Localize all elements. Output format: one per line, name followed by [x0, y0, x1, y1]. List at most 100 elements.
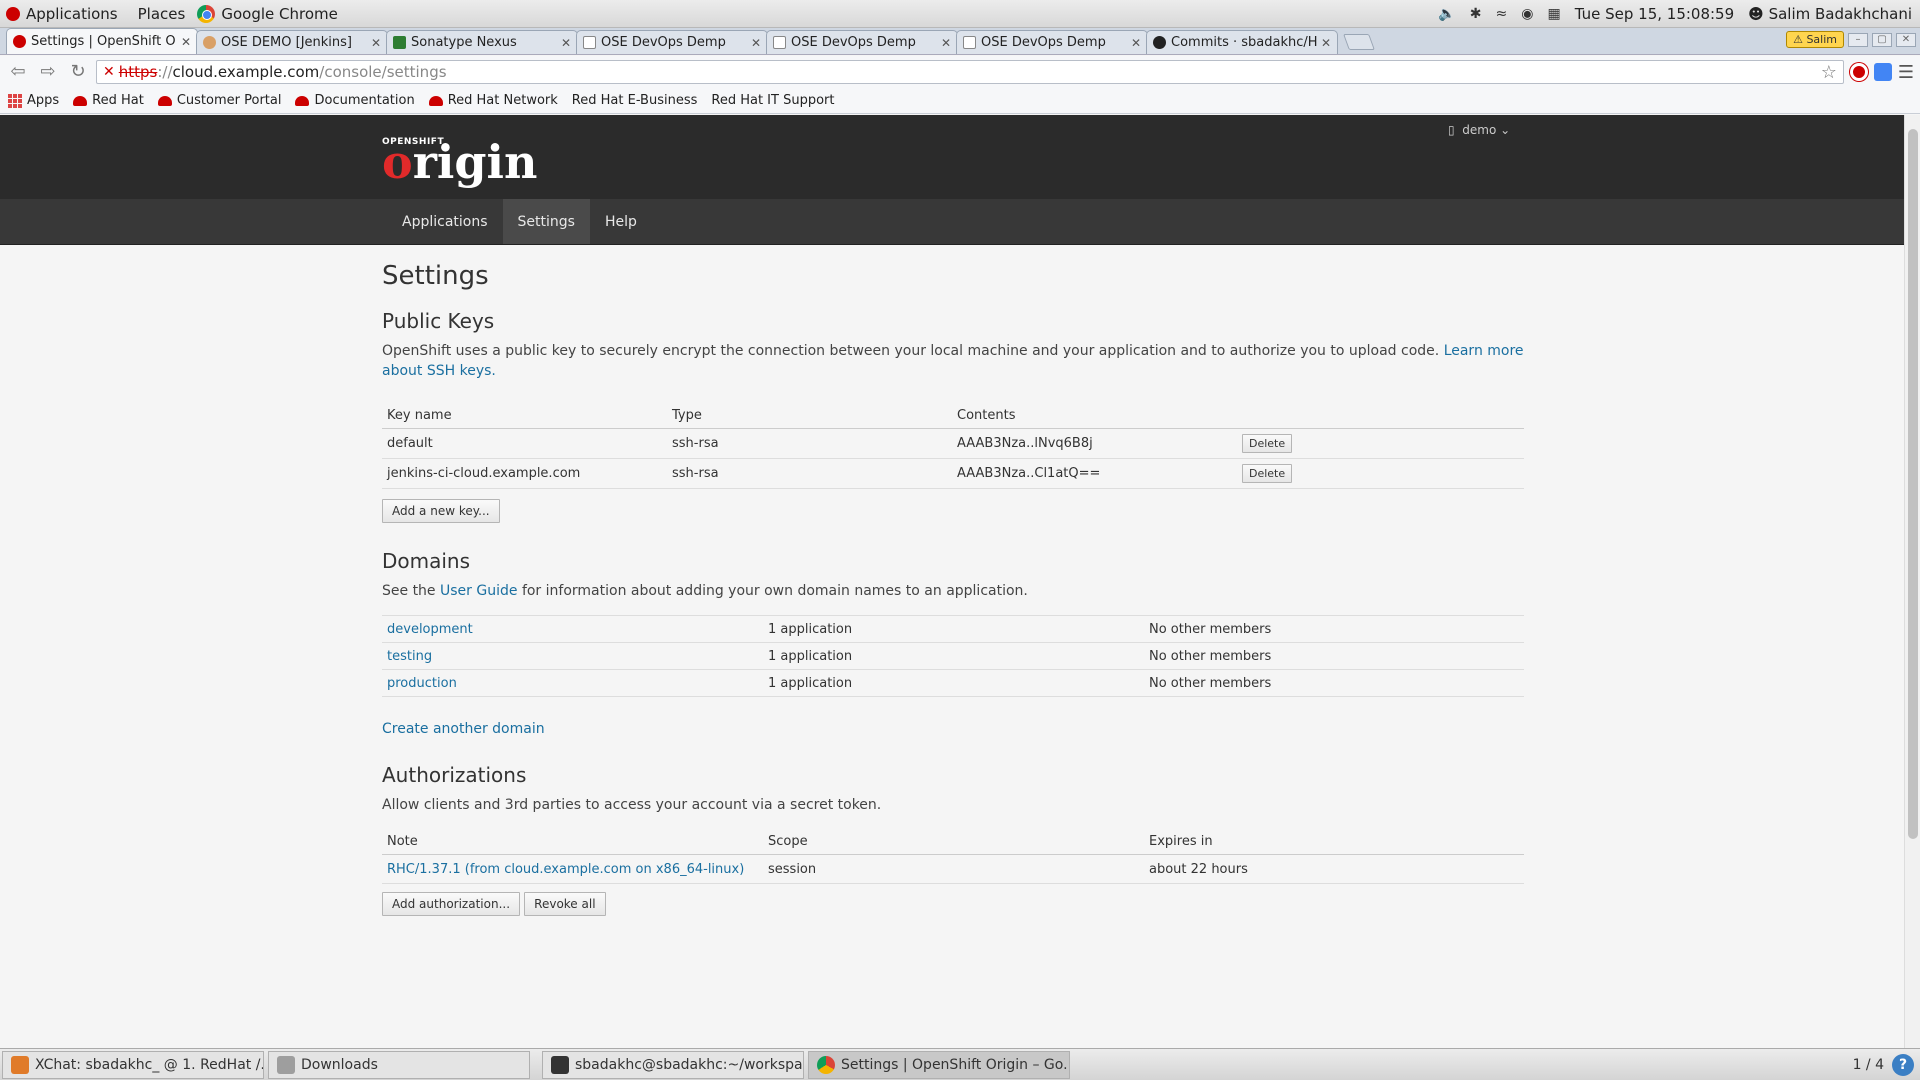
close-tab-icon[interactable]: ✕ — [371, 36, 381, 50]
page-title: Settings — [382, 261, 489, 291]
close-tab-icon[interactable]: ✕ — [1321, 36, 1331, 50]
close-tab-icon[interactable]: ✕ — [1131, 36, 1141, 50]
bookmark-star-icon[interactable]: ☆ — [1821, 62, 1837, 83]
page-favicon-icon — [773, 36, 786, 49]
create-domain-link[interactable]: Create another domain — [382, 721, 1524, 737]
back-arrow-icon[interactable]: ⇦ — [6, 60, 30, 84]
applications-menu[interactable]: Applications — [26, 0, 128, 27]
domain-app-count: 1 application — [763, 669, 1144, 697]
page-scrollbar[interactable] — [1904, 115, 1920, 1048]
browser-tab[interactable]: Commits · sbadakhc/He ✕ — [1146, 30, 1338, 54]
taskbar-item-chrome[interactable]: Settings | OpenShift Origin – Go... — [808, 1050, 1070, 1079]
delete-key-button[interactable]: Delete — [1242, 434, 1293, 453]
browser-tab[interactable]: Sonatype Nexus ✕ — [386, 30, 578, 54]
domain-members: No other members — [1144, 642, 1524, 670]
insecure-lock-icon[interactable]: ✕ — [103, 64, 115, 80]
warning-icon: ⚠ — [1793, 33, 1803, 46]
browser-tab[interactable]: OSE DevOps Demp ✕ — [766, 30, 958, 54]
authorization-expires: about 22 hours — [1144, 854, 1524, 884]
authorizations-section: Authorizations Allow clients and 3rd par… — [382, 763, 1524, 916]
domains-table: development 1 application No other membe… — [382, 615, 1524, 697]
column-header — [1237, 403, 1524, 429]
domain-link[interactable]: production — [387, 676, 457, 691]
notification-icon[interactable]: ◉ — [1521, 6, 1533, 22]
nav-help[interactable]: Help — [590, 199, 652, 244]
apps-grid-icon — [8, 93, 22, 108]
authorization-link[interactable]: RHC/1.37.1 (from cloud.example.com on x8… — [387, 862, 744, 877]
file-manager-icon — [277, 1055, 295, 1074]
nav-applications[interactable]: Applications — [387, 199, 503, 244]
volume-icon[interactable]: 🔈 — [1438, 6, 1455, 22]
domain-link[interactable]: testing — [387, 649, 432, 664]
new-tab-button[interactable] — [1343, 34, 1375, 50]
close-tab-icon[interactable]: ✕ — [181, 35, 191, 49]
public-keys-section: Public Keys OpenShift uses a public key … — [382, 309, 1524, 523]
table-row: jenkins-ci-cloud.example.com ssh-rsa AAA… — [382, 458, 1524, 489]
domain-members: No other members — [1144, 615, 1524, 643]
column-header: Contents — [952, 403, 1237, 429]
key-name: default — [382, 428, 667, 459]
redhat-icon — [428, 95, 443, 106]
user-guide-link[interactable]: User Guide — [440, 583, 517, 599]
close-tab-icon[interactable]: ✕ — [561, 36, 571, 50]
column-header: Type — [667, 403, 952, 429]
places-menu[interactable]: Places — [128, 0, 196, 27]
xchat-icon — [11, 1055, 29, 1074]
revoke-all-button[interactable]: Revoke all — [524, 892, 606, 916]
browser-tab[interactable]: OSE DevOps Demp ✕ — [956, 30, 1148, 54]
translate-extension-icon[interactable] — [1873, 63, 1892, 81]
bookmarks-bar: Apps Red Hat Customer Portal Documentati… — [0, 88, 1920, 216]
delete-key-button[interactable]: Delete — [1242, 464, 1293, 483]
browser-tab[interactable]: OSE DevOps Demp ✕ — [576, 30, 768, 54]
add-authorization-button[interactable]: Add authorization... — [382, 892, 521, 916]
close-tab-icon[interactable]: ✕ — [751, 36, 761, 50]
taskbar-item-downloads[interactable]: Downloads — [268, 1050, 530, 1079]
taskbar-item-terminal[interactable]: sbadakhc@sbadakhc:~/workspa... — [542, 1050, 804, 1079]
authorizations-heading: Authorizations — [382, 763, 527, 787]
authorization-scope: session — [763, 854, 1144, 884]
distro-logo-icon — [6, 6, 20, 21]
reload-icon[interactable]: ↻ — [66, 60, 90, 84]
bookmark-red-hat-e-business[interactable]: Red Hat E-Business — [0, 93, 697, 216]
user-icon: ☻ — [1748, 4, 1764, 23]
public-keys-heading: Public Keys — [382, 309, 495, 333]
taskbar-item-xchat[interactable]: XChat: sbadakhc_ @ 1. RedHat /... — [2, 1050, 264, 1079]
nav-settings[interactable]: Settings — [502, 199, 590, 244]
forward-arrow-icon[interactable]: ⇨ — [36, 60, 60, 84]
bluetooth-icon[interactable]: ✱ — [1470, 6, 1482, 22]
nexus-favicon-icon — [393, 36, 406, 49]
close-tab-icon[interactable]: ✕ — [941, 36, 951, 50]
clock[interactable]: Tue Sep 15, 15:08:59 — [1575, 5, 1734, 23]
openshift-origin-logo[interactable]: OPENSHIFT origin — [382, 137, 537, 185]
table-row: default ssh-rsa AAAB3Nza..lNvq6B8j Delet… — [382, 428, 1524, 459]
bookmark-documentation[interactable]: Documentation — [295, 93, 415, 108]
bookmark-apps[interactable]: Apps — [8, 93, 59, 108]
user-icon: ▯ — [1448, 123, 1455, 137]
help-icon[interactable]: ? — [1892, 1054, 1914, 1076]
minimize-button[interactable]: – — [1848, 32, 1868, 47]
maximize-button[interactable]: ▢ — [1872, 32, 1892, 47]
add-new-key-button[interactable]: Add a new key... — [382, 499, 500, 523]
domain-link[interactable]: development — [387, 622, 473, 637]
profile-badge[interactable]: ⚠ Salim — [1786, 31, 1844, 48]
workspace-indicator[interactable]: 1 / 4 — [1853, 1057, 1884, 1073]
active-app-menu[interactable]: Google Chrome — [195, 0, 348, 27]
account-menu[interactable]: ▯ demo ⌄ — [1448, 123, 1510, 137]
bookmark-red-hat[interactable]: Red Hat — [73, 93, 144, 108]
address-bar[interactable]: ✕ https://cloud.example.com/console/sett… — [96, 60, 1844, 84]
wifi-icon[interactable]: ≈ — [1496, 6, 1508, 22]
close-window-button[interactable]: ✕ — [1896, 32, 1916, 47]
scrollbar-thumb[interactable] — [1908, 129, 1918, 839]
battery-icon[interactable]: ▦ — [1547, 6, 1560, 22]
column-header: Note — [382, 829, 763, 855]
user-menu-system[interactable]: ☻ Salim Badakhchani — [1748, 5, 1912, 23]
browser-tab[interactable]: OSE DEMO [Jenkins] ✕ — [196, 30, 388, 54]
window-list-taskbar: XChat: sbadakhc_ @ 1. RedHat /... Downlo… — [0, 1048, 1920, 1080]
bookmark-red-hat-network[interactable]: Red Hat Network — [428, 93, 558, 108]
column-header: Key name — [382, 403, 667, 429]
chrome-menu-icon[interactable]: ☰ — [1898, 62, 1914, 83]
browser-tab[interactable]: Settings | OpenShift O ✕ — [6, 28, 198, 54]
adblock-extension-icon[interactable] — [1849, 63, 1868, 81]
bookmark-red-hat-it-support[interactable]: Red Hat IT Support — [0, 93, 834, 216]
bookmark-customer-portal[interactable]: Customer Portal — [157, 93, 281, 108]
